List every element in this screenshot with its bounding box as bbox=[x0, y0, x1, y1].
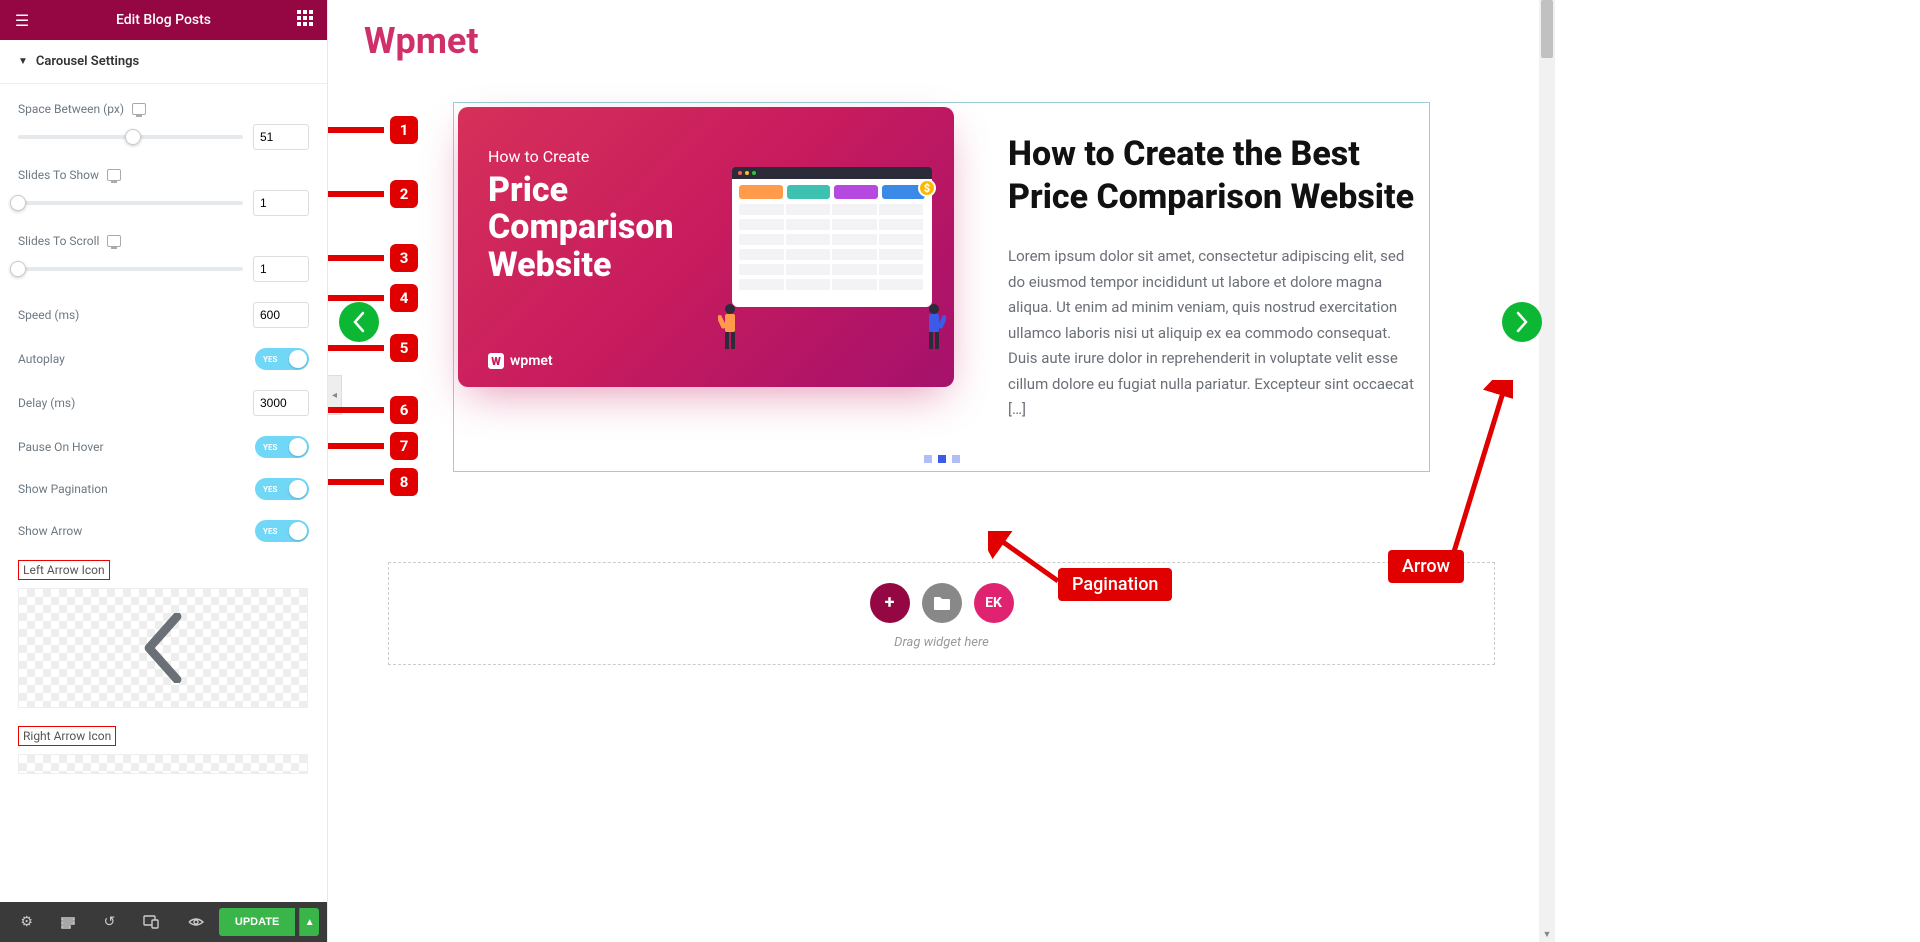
add-section-button[interactable]: + bbox=[870, 583, 910, 623]
panel-title: Edit Blog Posts bbox=[116, 12, 211, 28]
toggle-autoplay[interactable]: YES bbox=[255, 348, 309, 370]
scrollbar[interactable]: ▲ ▼ bbox=[1539, 0, 1555, 942]
toggle-pause-hover[interactable]: YES bbox=[255, 436, 309, 458]
section-title: Carousel Settings bbox=[36, 54, 139, 69]
pagination-dot-active[interactable] bbox=[938, 455, 946, 463]
slide-body: Lorem ipsum dolor sit amet, consectetur … bbox=[1008, 244, 1415, 423]
menu-icon[interactable]: ☰ bbox=[10, 11, 34, 30]
responsive-icon[interactable] bbox=[107, 169, 121, 181]
label-slides-show: Slides To Show bbox=[18, 168, 99, 182]
update-button[interactable]: UPDATE bbox=[219, 908, 295, 936]
person-icon bbox=[922, 303, 946, 349]
label-space-between: Space Between (px) bbox=[18, 102, 124, 116]
pagination-dot[interactable] bbox=[952, 455, 960, 463]
label-autoplay: Autoplay bbox=[18, 352, 65, 366]
toggle-show-pagination[interactable]: YES bbox=[255, 478, 309, 500]
section-toggle-carousel[interactable]: ▼ Carousel Settings bbox=[0, 40, 327, 84]
navigator-icon[interactable] bbox=[49, 907, 86, 937]
settings-icon[interactable]: ⚙ bbox=[8, 907, 45, 937]
input-slides-show[interactable] bbox=[253, 190, 309, 216]
sidebar-header: ☰ Edit Blog Posts bbox=[0, 0, 327, 40]
carousel-next-button[interactable] bbox=[1502, 302, 1542, 342]
preview-icon[interactable] bbox=[178, 907, 215, 937]
slider-space-between[interactable] bbox=[18, 135, 243, 139]
input-slides-scroll[interactable] bbox=[253, 256, 309, 282]
responsive-mode-icon[interactable] bbox=[132, 907, 169, 937]
person-icon bbox=[718, 303, 742, 349]
toggle-show-arrow[interactable]: YES bbox=[255, 520, 309, 542]
annotation-arrow: Arrow bbox=[1388, 550, 1464, 583]
input-space-between[interactable] bbox=[253, 124, 309, 150]
carousel-prev-button[interactable] bbox=[339, 302, 379, 342]
coin-icon: $ bbox=[918, 179, 936, 197]
annotation-pagination-arrow bbox=[988, 531, 1068, 591]
carousel: How to Create Price Comparison Website W… bbox=[453, 102, 1430, 472]
page-title: Wpmet bbox=[364, 20, 1525, 62]
caret-down-icon: ▼ bbox=[18, 56, 28, 67]
preview-canvas: Wpmet How to Create Price Comparison Web… bbox=[328, 0, 1555, 942]
slider-slides-show[interactable] bbox=[18, 201, 243, 205]
history-icon[interactable]: ↺ bbox=[91, 907, 128, 937]
mock-browser bbox=[732, 167, 932, 307]
label-speed: Speed (ms) bbox=[18, 308, 79, 322]
responsive-icon[interactable] bbox=[107, 235, 121, 247]
sidebar: ☰ Edit Blog Posts ▼ Carousel Settings Sp… bbox=[0, 0, 328, 942]
chevron-left-icon bbox=[139, 613, 187, 683]
input-speed[interactable] bbox=[253, 302, 309, 328]
drop-zone[interactable]: + EK Drag widget here bbox=[388, 562, 1495, 665]
slide-title: How to Create the Best Price Comparison … bbox=[1008, 133, 1415, 218]
input-delay[interactable] bbox=[253, 390, 309, 416]
carousel-pagination bbox=[454, 455, 1429, 467]
update-options-button[interactable]: ▲ bbox=[299, 908, 319, 936]
slide-image-subtitle: How to Create bbox=[488, 147, 924, 166]
left-arrow-icon-picker[interactable] bbox=[18, 588, 308, 708]
chevron-right-icon bbox=[1514, 311, 1530, 333]
dropzone-label: Drag widget here bbox=[389, 635, 1494, 650]
template-library-button[interactable] bbox=[922, 583, 962, 623]
folder-icon bbox=[933, 595, 951, 611]
sidebar-footer: ⚙ ↺ UPDATE ▲ bbox=[0, 902, 327, 942]
right-arrow-icon-picker[interactable] bbox=[18, 754, 308, 774]
scroll-down-icon[interactable]: ▼ bbox=[1539, 926, 1555, 942]
scroll-thumb[interactable] bbox=[1541, 0, 1553, 58]
label-delay: Delay (ms) bbox=[18, 396, 75, 410]
annotation-pagination: Pagination bbox=[1058, 568, 1172, 601]
wpmet-logo: Wwpmet bbox=[488, 353, 553, 369]
label-right-arrow-icon: Right Arrow Icon bbox=[18, 726, 116, 746]
responsive-icon[interactable] bbox=[132, 103, 146, 115]
label-left-arrow-icon: Left Arrow Icon bbox=[18, 560, 110, 580]
label-show-arrow: Show Arrow bbox=[18, 524, 82, 538]
label-slides-scroll: Slides To Scroll bbox=[18, 234, 99, 248]
slide-image: How to Create Price Comparison Website W… bbox=[458, 107, 954, 387]
label-pause-hover: Pause On Hover bbox=[18, 440, 104, 454]
pagination-dot[interactable] bbox=[924, 455, 932, 463]
slider-slides-scroll[interactable] bbox=[18, 267, 243, 271]
carousel-slide: How to Create Price Comparison Website W… bbox=[454, 103, 1429, 453]
annotation-arrow-arrow bbox=[1443, 380, 1513, 560]
label-show-pagination: Show Pagination bbox=[18, 482, 108, 496]
widgets-icon[interactable] bbox=[293, 10, 317, 30]
chevron-left-icon bbox=[351, 311, 367, 333]
